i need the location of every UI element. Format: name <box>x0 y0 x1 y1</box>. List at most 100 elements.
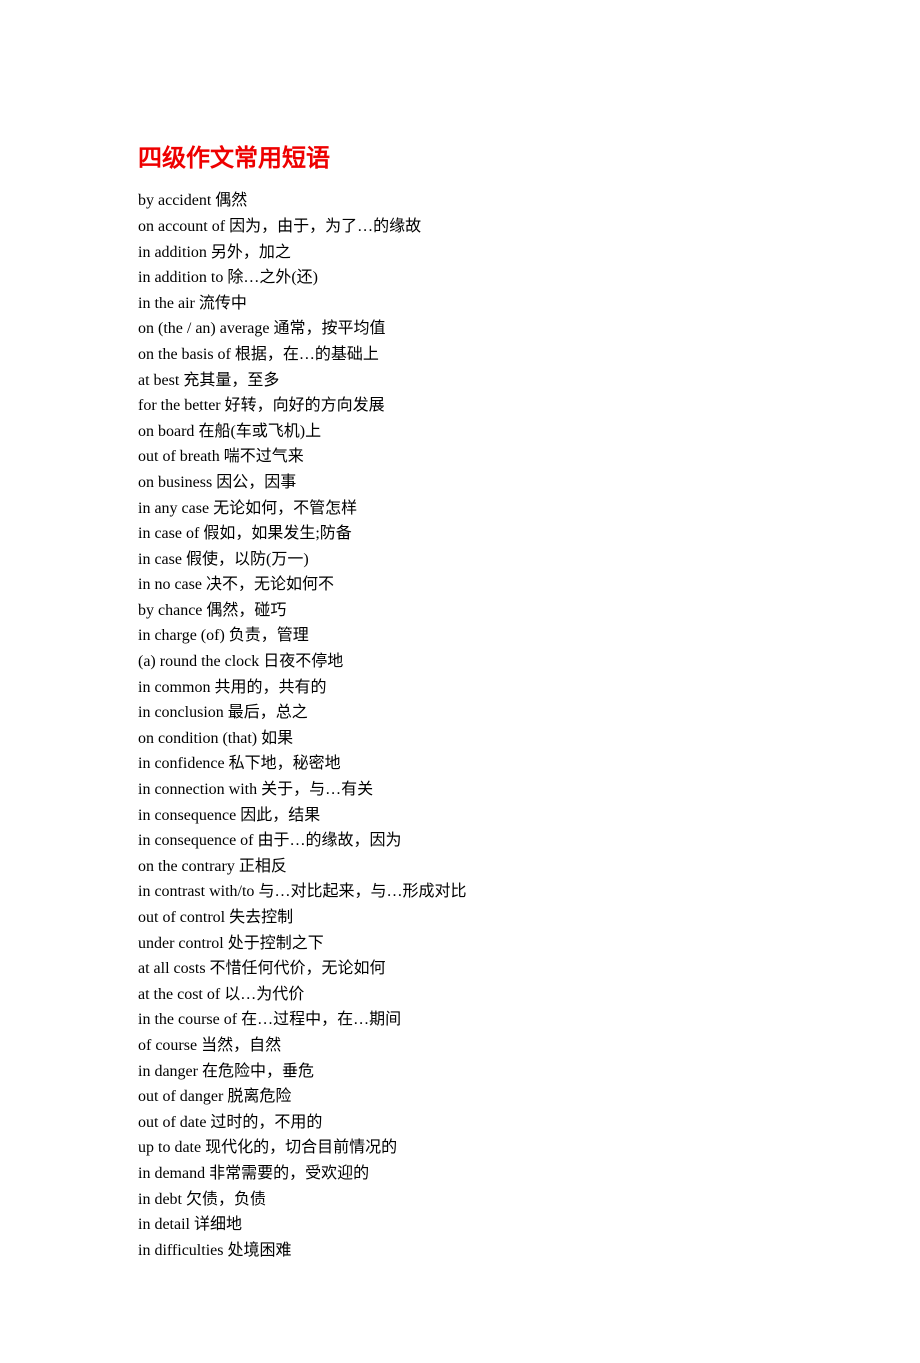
phrase-line: out of breath 喘不过气来 <box>138 444 782 470</box>
phrase-english: in the course of <box>138 1011 237 1028</box>
phrase-english: out of date <box>138 1114 206 1131</box>
phrase-english: in common <box>138 679 210 696</box>
phrase-chinese: 好转，向好的方向发展 <box>221 397 385 414</box>
phrase-line: in difficulties 处境困难 <box>138 1238 782 1264</box>
phrase-english: in connection with <box>138 781 257 798</box>
phrase-line: on condition (that) 如果 <box>138 726 782 752</box>
phrase-english: in difficulties <box>138 1242 223 1259</box>
phrase-line: in the air 流传中 <box>138 291 782 317</box>
phrase-english: up to date <box>138 1139 201 1156</box>
phrase-english: on business <box>138 474 212 491</box>
phrase-line: at the cost of 以…为代价 <box>138 982 782 1008</box>
phrase-line: by accident 偶然 <box>138 188 782 214</box>
phrase-line: on (the / an) average 通常，按平均值 <box>138 316 782 342</box>
phrase-chinese: 非常需要的，受欢迎的 <box>205 1165 369 1182</box>
phrase-chinese: 负责，管理 <box>225 627 309 644</box>
phrase-chinese: 当然，自然 <box>197 1037 281 1054</box>
phrase-line: under control 处于控制之下 <box>138 931 782 957</box>
phrase-chinese: 充其量，至多 <box>179 372 279 389</box>
phrase-english: in addition to <box>138 269 223 286</box>
phrase-line: in case 假使，以防(万一) <box>138 547 782 573</box>
phrase-chinese: 通常，按平均值 <box>269 320 385 337</box>
phrase-chinese: 私下地，秘密地 <box>225 755 341 772</box>
phrase-english: on board <box>138 423 194 440</box>
phrase-english: in case of <box>138 525 199 542</box>
phrase-english: for the better <box>138 397 221 414</box>
phrase-english: on condition (that) <box>138 730 257 747</box>
phrase-line: out of danger 脱离危险 <box>138 1084 782 1110</box>
phrase-line: in charge (of) 负责，管理 <box>138 623 782 649</box>
phrase-chinese: 不惜任何代价，无论如何 <box>206 960 386 977</box>
phrase-chinese: 失去控制 <box>225 909 293 926</box>
phrase-english: under control <box>138 935 224 952</box>
phrase-line: on board 在船(车或飞机)上 <box>138 419 782 445</box>
phrase-chinese: 在危险中，垂危 <box>198 1063 314 1080</box>
phrase-chinese: 由于…的缘故，因为 <box>254 832 402 849</box>
phrase-chinese: 根据，在…的基础上 <box>231 346 379 363</box>
phrase-chinese: 无论如何，不管怎样 <box>209 500 357 517</box>
phrase-chinese: 过时的，不用的 <box>206 1114 322 1131</box>
phrase-english: in addition <box>138 244 207 261</box>
phrase-chinese: 现代化的，切合目前情况的 <box>201 1139 397 1156</box>
phrase-english: in debt <box>138 1191 182 1208</box>
phrase-line: (a) round the clock 日夜不停地 <box>138 649 782 675</box>
phrase-english: in conclusion <box>138 704 224 721</box>
phrase-english: in demand <box>138 1165 205 1182</box>
phrase-line: in consequence of 由于…的缘故，因为 <box>138 828 782 854</box>
phrase-english: out of danger <box>138 1088 223 1105</box>
phrase-chinese: 与…对比起来，与…形成对比 <box>254 883 466 900</box>
phrase-line: on account of 因为，由于，为了…的缘故 <box>138 214 782 240</box>
document-title: 四级作文常用短语 <box>138 140 782 178</box>
phrase-english: at the cost of <box>138 986 220 1003</box>
phrase-line: in contrast with/to 与…对比起来，与…形成对比 <box>138 879 782 905</box>
phrase-line: at best 充其量，至多 <box>138 368 782 394</box>
phrase-chinese: 因公，因事 <box>212 474 296 491</box>
phrase-line: in common 共用的，共有的 <box>138 675 782 701</box>
phrase-chinese: 在…过程中，在…期间 <box>237 1011 401 1028</box>
phrase-line: out of control 失去控制 <box>138 905 782 931</box>
phrase-chinese: 处境困难 <box>223 1242 291 1259</box>
phrase-chinese: 关于，与…有关 <box>257 781 373 798</box>
phrase-line: of course 当然，自然 <box>138 1033 782 1059</box>
phrase-line: on business 因公，因事 <box>138 470 782 496</box>
phrase-line: by chance 偶然，碰巧 <box>138 598 782 624</box>
phrase-chinese: 另外，加之 <box>207 244 291 261</box>
phrase-chinese: 喘不过气来 <box>220 448 304 465</box>
phrase-english: by chance <box>138 602 202 619</box>
phrase-english: on (the / an) average <box>138 320 269 337</box>
phrase-english: in consequence of <box>138 832 254 849</box>
phrase-chinese: 因为，由于，为了…的缘故 <box>225 218 421 235</box>
phrase-chinese: 欠债，负债 <box>182 1191 266 1208</box>
phrase-english: in case <box>138 551 182 568</box>
phrase-line: in case of 假如，如果发生;防备 <box>138 521 782 547</box>
phrase-english: out of control <box>138 909 225 926</box>
phrase-chinese: 因此，结果 <box>236 807 320 824</box>
phrase-english: in any case <box>138 500 209 517</box>
phrase-line: in danger 在危险中，垂危 <box>138 1059 782 1085</box>
phrase-line: in debt 欠债，负债 <box>138 1187 782 1213</box>
phrase-line: at all costs 不惜任何代价，无论如何 <box>138 956 782 982</box>
phrase-english: in contrast with/to <box>138 883 254 900</box>
phrase-line: in addition 另外，加之 <box>138 240 782 266</box>
phrase-english: in no case <box>138 576 202 593</box>
phrase-chinese: 如果 <box>257 730 293 747</box>
phrase-chinese: 详细地 <box>190 1216 242 1233</box>
phrase-english: (a) round the clock <box>138 653 259 670</box>
phrase-chinese: 脱离危险 <box>223 1088 291 1105</box>
phrase-chinese: 处于控制之下 <box>224 935 324 952</box>
phrase-line: in the course of 在…过程中，在…期间 <box>138 1007 782 1033</box>
phrase-chinese: 偶然，碰巧 <box>202 602 286 619</box>
phrase-english: by accident <box>138 192 211 209</box>
phrase-line: in no case 决不，无论如何不 <box>138 572 782 598</box>
phrase-english: in consequence <box>138 807 236 824</box>
phrase-line: in conclusion 最后，总之 <box>138 700 782 726</box>
phrase-english: in confidence <box>138 755 225 772</box>
phrase-chinese: 除…之外(还) <box>223 269 318 286</box>
phrase-english: in the air <box>138 295 195 312</box>
phrase-chinese: 正相反 <box>235 858 287 875</box>
phrase-line: in any case 无论如何，不管怎样 <box>138 496 782 522</box>
phrase-line: on the contrary 正相反 <box>138 854 782 880</box>
phrase-chinese: 日夜不停地 <box>259 653 343 670</box>
phrase-chinese: 偶然 <box>211 192 247 209</box>
phrase-english: in danger <box>138 1063 198 1080</box>
